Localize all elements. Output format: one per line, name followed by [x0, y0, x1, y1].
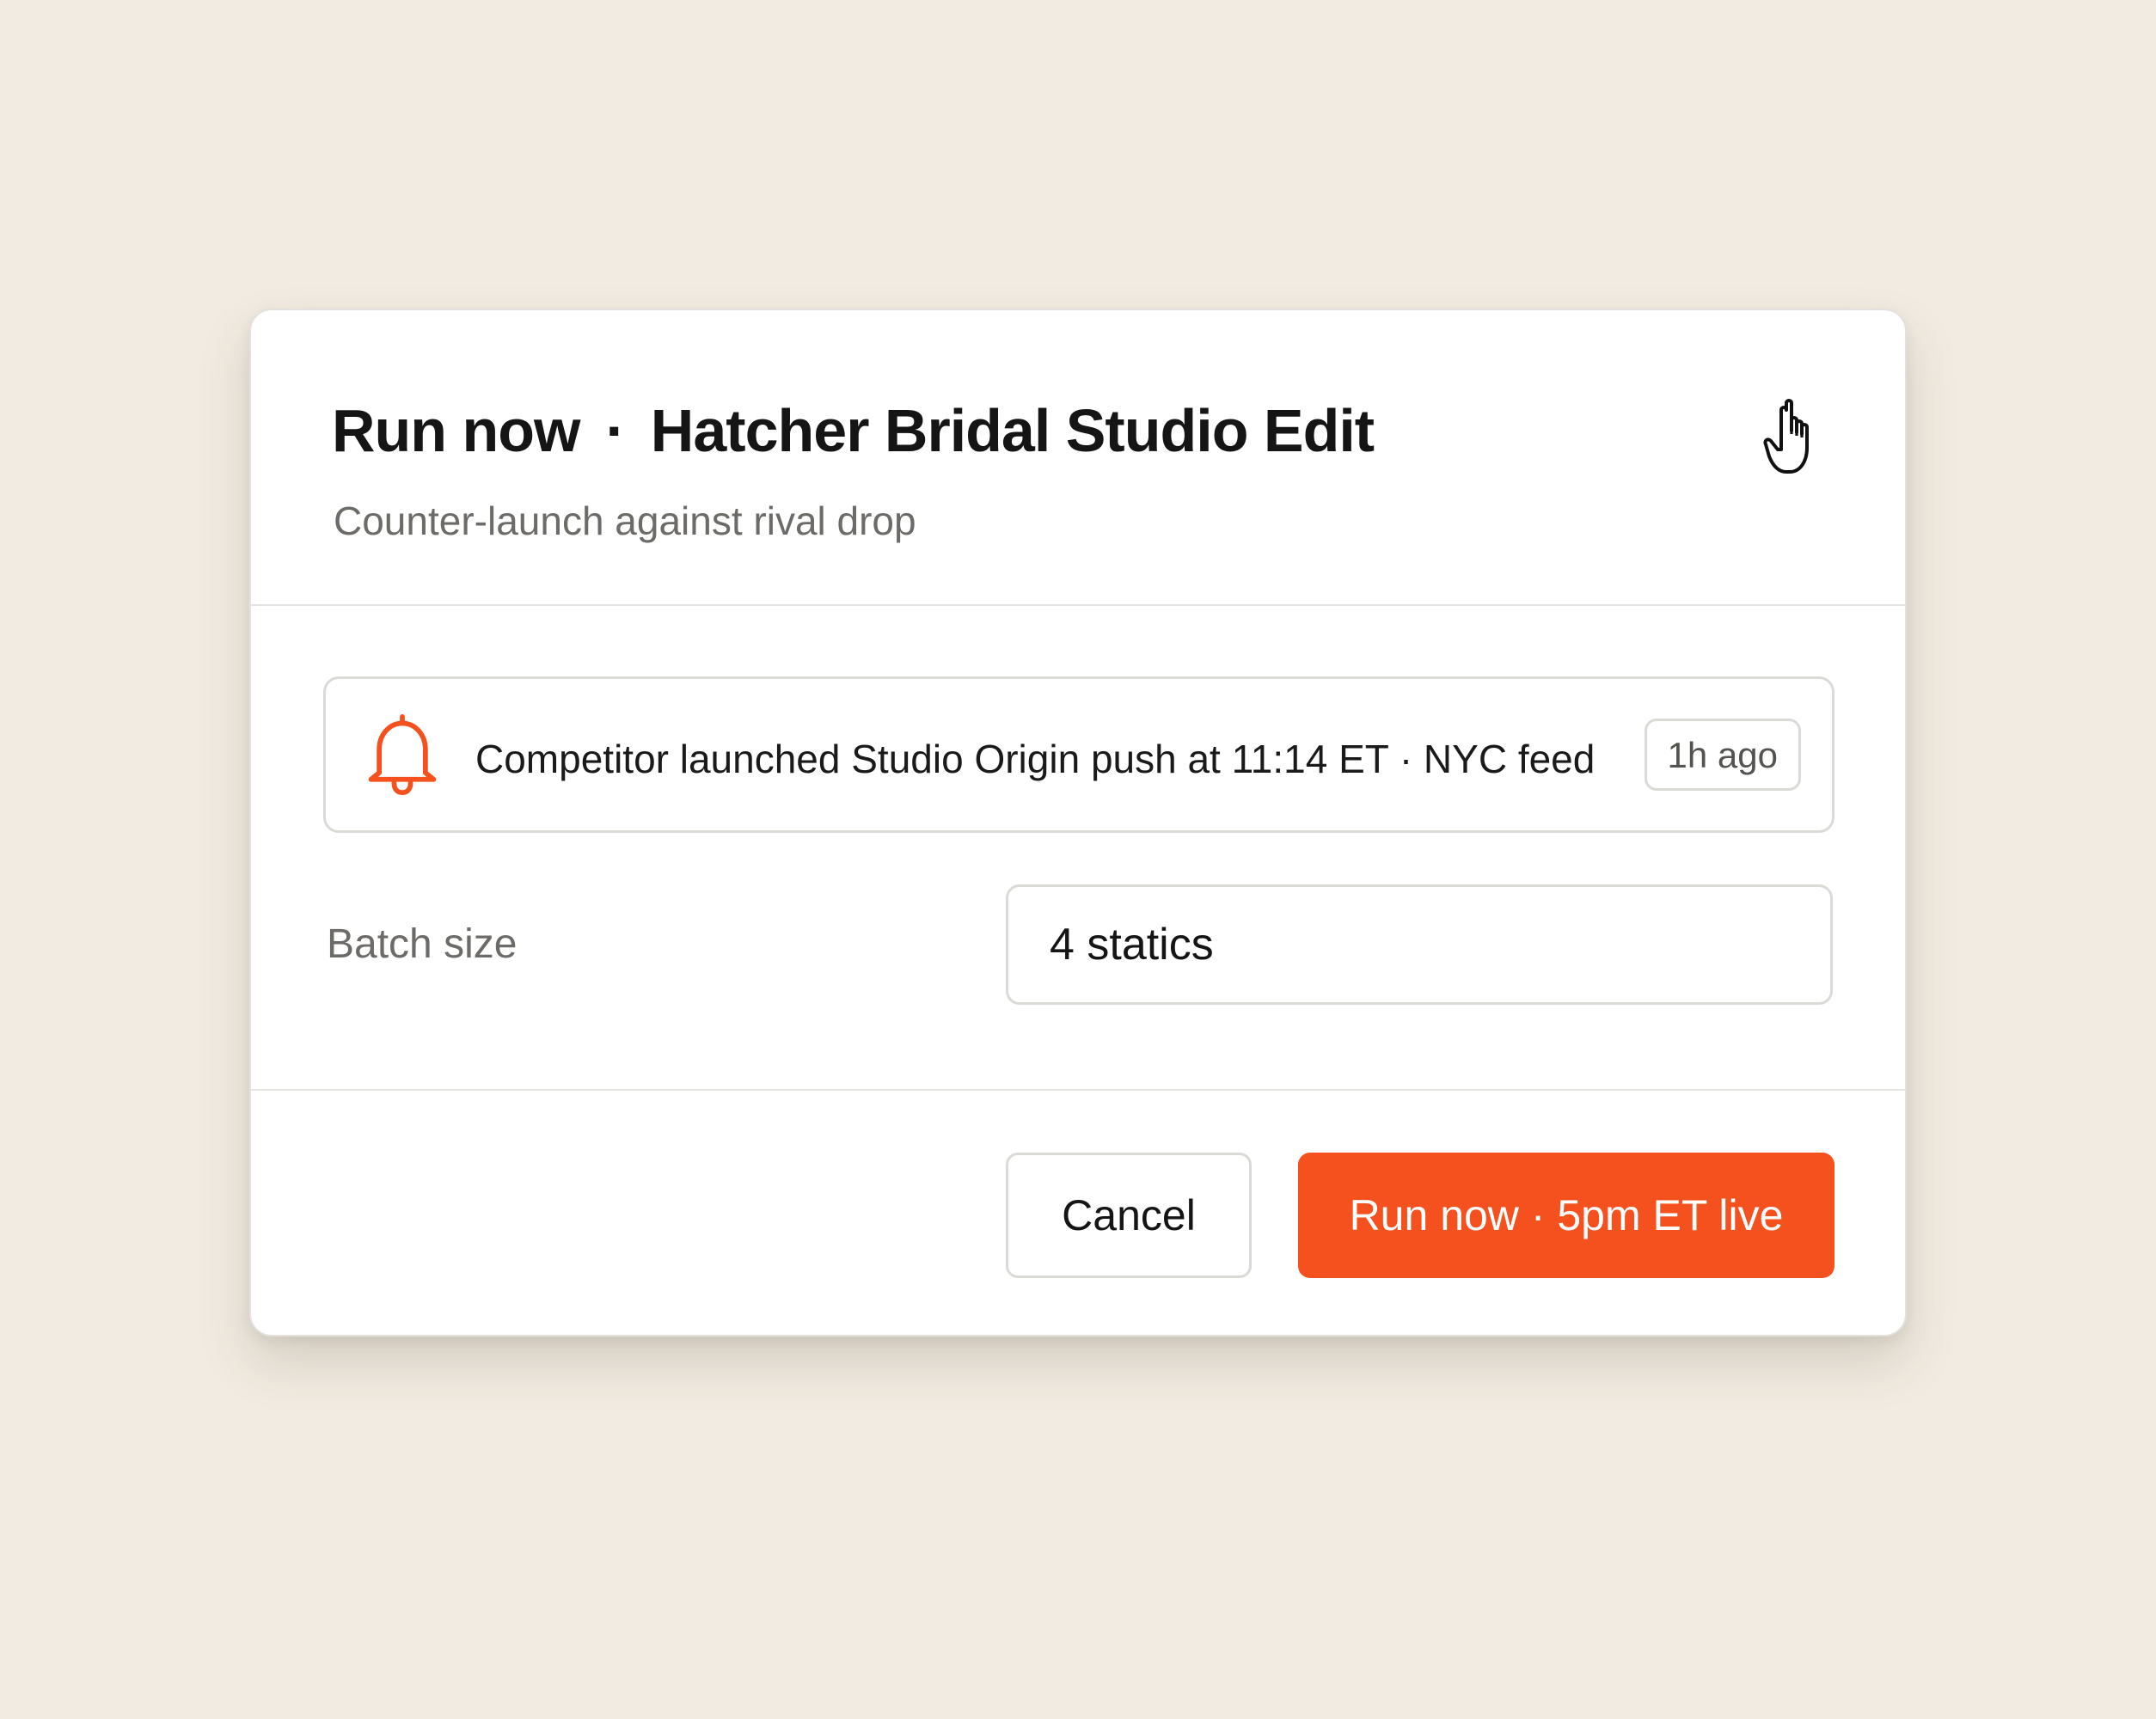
dialog-header: Run now · Hatcher Bridal Studio Edit Count… — [251, 310, 1905, 606]
title-campaign-name: Hatcher Bridal Studio Edit — [650, 397, 1375, 464]
dialog-subtitle: Counter-launch against rival drop — [334, 499, 916, 543]
batch-size-label: Batch size — [327, 921, 518, 967]
dialog-footer: Cancel Run now · 5pm ET live — [251, 1091, 1905, 1338]
alert-message: Competitor launched Studio Origin push a… — [475, 737, 1596, 781]
dialog-title: Run now · Hatcher Bridal Studio Edit — [332, 396, 1375, 465]
time-badge: 1h ago — [1644, 719, 1801, 791]
cancel-button[interactable]: Cancel — [1006, 1153, 1252, 1278]
bell-icon — [368, 713, 437, 796]
run-now-button[interactable]: Run now · 5pm ET live — [1298, 1153, 1834, 1278]
title-separator: · — [605, 397, 625, 464]
batch-size-input[interactable] — [1006, 884, 1833, 1005]
title-action: Run now — [332, 397, 580, 464]
hand-cursor-icon — [1763, 399, 1809, 474]
dialog-body: Competitor launched Studio Origin push a… — [251, 606, 1905, 1091]
run-now-dialog: Run now · Hatcher Bridal Studio Edit Count… — [249, 309, 1907, 1337]
competitor-alert: Competitor launched Studio Origin push a… — [323, 676, 1834, 833]
